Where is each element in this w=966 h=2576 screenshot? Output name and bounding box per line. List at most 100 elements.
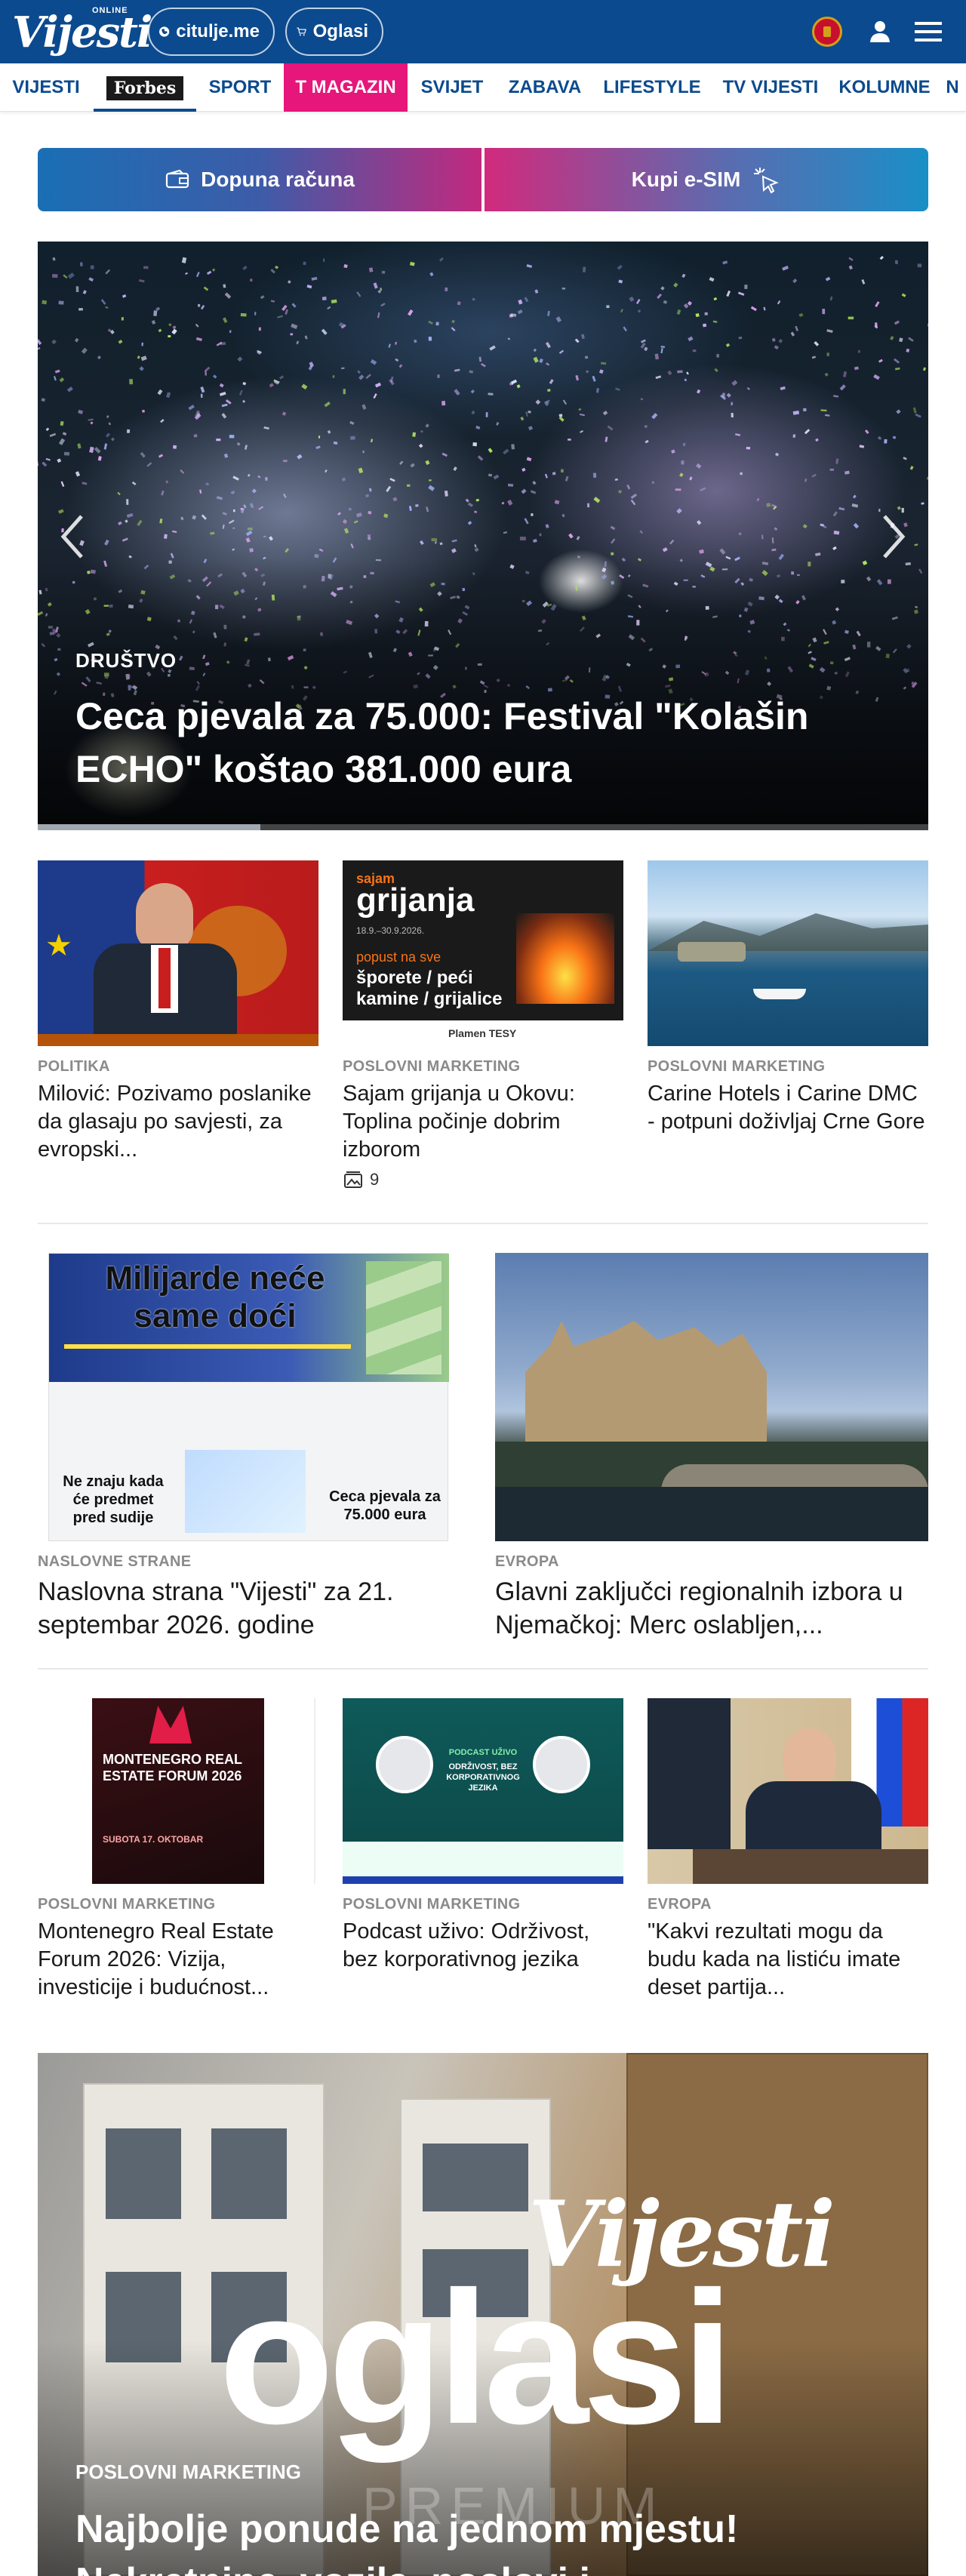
confetti-piece: [798, 312, 804, 318]
confetti-piece: [620, 309, 623, 313]
confetti-piece: [373, 282, 378, 289]
vijesti-logo[interactable]: ONLINE Vijesti: [12, 6, 152, 57]
confetti-piece: [138, 279, 145, 283]
confetti-piece: [158, 454, 164, 458]
confetti-piece: [610, 552, 614, 556]
confetti-piece: [581, 334, 585, 340]
nav-item-zabava[interactable]: ZABAVA: [497, 63, 593, 112]
confetti-piece: [568, 533, 574, 539]
article-title[interactable]: Naslovna strana "Vijesti" za 21. septemb…: [38, 1575, 471, 1642]
article-card[interactable]: sajam grijanja 18.9.–30.9.2026. popust n…: [343, 860, 623, 1190]
confetti-piece: [418, 443, 423, 448]
topup-button[interactable]: Dopuna računa: [38, 148, 481, 211]
nav-item-next[interactable]: N: [939, 63, 966, 112]
confetti-piece: [219, 392, 226, 396]
confetti-piece: [842, 371, 848, 377]
confetti-piece: [524, 297, 529, 303]
confetti-piece: [660, 346, 666, 348]
cover-side-story-1: Ne znaju kada će predmet pred sudije: [63, 1473, 164, 1526]
confetti-piece: [451, 327, 456, 332]
confetti-piece: [532, 538, 537, 543]
confetti-piece: [520, 416, 525, 421]
montenegro-flag-icon[interactable]: [812, 17, 842, 47]
confetti-piece: [129, 379, 134, 385]
menu-icon[interactable]: [912, 18, 945, 45]
confetti-piece: [744, 285, 748, 289]
article-card[interactable]: POSLOVNI MARKETING Carine Hotels i Carin…: [648, 860, 928, 1136]
confetti-piece: [593, 497, 601, 503]
confetti-piece: [457, 301, 461, 306]
article-title[interactable]: Glavni zaključci regionalnih izbora u Nj…: [495, 1575, 928, 1642]
confetti-piece: [287, 280, 291, 284]
user-icon[interactable]: [865, 17, 895, 47]
confetti-piece: [282, 493, 287, 499]
chevron-left-icon[interactable]: [54, 510, 92, 563]
confetti-piece: [524, 518, 529, 525]
confetti-piece: [355, 512, 362, 518]
nav-item-tv-vijesti[interactable]: TV VIJESTI: [711, 63, 830, 112]
oglasi-button[interactable]: Oglasi: [285, 8, 383, 56]
nav-item-kolumne[interactable]: KOLUMNE: [832, 63, 937, 112]
article-title[interactable]: Sajam grijanja u Okovu: Toplina počinje …: [343, 1080, 623, 1164]
article-card[interactable]: Milijarde neće same doći Ne znaju kada ć…: [38, 1253, 471, 1642]
confetti-piece: [260, 295, 265, 300]
island: [678, 942, 746, 962]
banner-title[interactable]: Najbolje ponude na jednom mjestu! Nekret…: [75, 2503, 906, 2576]
buy-esim-button[interactable]: Kupi e-SIM: [485, 148, 928, 211]
confetti-piece: [802, 524, 808, 529]
article-card[interactable]: EVROPA "Kakvi rezultati mogu da budu kad…: [648, 1698, 928, 2002]
confetti-piece: [792, 434, 796, 438]
confetti-piece: [419, 540, 424, 546]
confetti-piece: [503, 531, 508, 534]
nav-item-svijet[interactable]: SVIJET: [409, 63, 495, 112]
article-title[interactable]: Montenegro Real Estate Forum 2026: Vizij…: [38, 1918, 318, 2002]
hero-title[interactable]: Ceca pjevala za 75.000: Festival "Kolaši…: [75, 690, 891, 796]
article-card[interactable]: ★ POLITIKA Milović: Pozivamo poslanike d…: [38, 860, 318, 1164]
confetti-piece: [531, 513, 534, 516]
confetti-piece: [244, 445, 248, 450]
confetti-piece: [195, 323, 199, 328]
featured-banner[interactable]: Vijesti oglasi PREMIUM POSLOVNI MARKETIN…: [38, 2053, 928, 2576]
article-title[interactable]: Carine Hotels i Carine DMC - potpuni dož…: [648, 1080, 928, 1136]
article-card[interactable]: MONTENEGRO REAL ESTATE FORUM 2026 SUBOTA…: [38, 1698, 318, 2002]
citulje-button[interactable]: citulje.me: [148, 8, 275, 56]
confetti-piece: [826, 329, 833, 333]
confetti-piece: [709, 277, 715, 282]
confetti-piece: [350, 543, 354, 549]
confetti-piece: [545, 524, 549, 529]
confetti-piece: [258, 327, 261, 331]
confetti-piece: [792, 279, 798, 284]
banknotes: [366, 1261, 441, 1374]
confetti-piece: [90, 265, 94, 269]
confetti-piece: [829, 469, 834, 471]
confetti-piece: [285, 548, 290, 553]
article-image: [495, 1253, 928, 1541]
nav-item-sport[interactable]: SPORT: [198, 63, 282, 112]
cover-highlight: [64, 1344, 351, 1349]
globe-icon: [159, 26, 170, 37]
confetti-piece: [49, 432, 57, 438]
confetti-piece: [118, 339, 123, 344]
article-card[interactable]: EVROPA Glavni zaključci regionalnih izbo…: [495, 1253, 928, 1642]
chevron-right-icon[interactable]: [874, 510, 912, 563]
nav-item-vijesti[interactable]: VIJESTI: [0, 63, 92, 112]
hero-progress-fill: [38, 824, 260, 830]
nav-item-forbes[interactable]: Forbes: [94, 63, 196, 112]
article-title[interactable]: Milović: Pozivamo poslanike da glasaju p…: [38, 1080, 318, 1164]
nav-item-lifestyle[interactable]: LIFESTYLE: [595, 63, 709, 112]
confetti-piece: [815, 552, 821, 556]
confetti-piece: [381, 270, 386, 274]
article-card[interactable]: PODCAST UŽIVO ODRŽIVOST, BEZ KORPORATIVN…: [343, 1698, 623, 1974]
confetti-piece: [592, 472, 597, 479]
nav-item-tmagazin[interactable]: T MAGAZIN: [284, 63, 408, 112]
confetti-piece: [507, 500, 513, 506]
confetti-piece: [166, 392, 171, 399]
confetti-piece: [660, 347, 663, 354]
confetti-piece: [373, 393, 377, 399]
article-title[interactable]: Podcast uživo: Održivost, bez korporativ…: [343, 1918, 623, 1974]
confetti-piece: [775, 452, 780, 457]
confetti-piece: [547, 389, 551, 392]
confetti-piece: [224, 292, 232, 299]
article-title[interactable]: "Kakvi rezultati mogu da budu kada na li…: [648, 1918, 928, 2002]
hero-slider[interactable]: DRUŠTVO Ceca pjevala za 75.000: Festival…: [38, 242, 928, 830]
